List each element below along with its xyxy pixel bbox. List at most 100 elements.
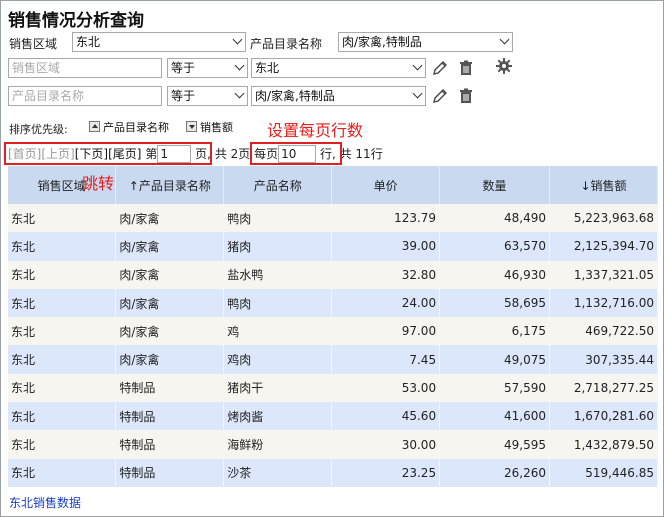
table-cell: 烤肉酱 xyxy=(223,402,333,431)
table-cell: 海鲜粉 xyxy=(223,430,333,459)
chevron-down-icon xyxy=(234,60,245,71)
table-cell: 鸭肉 xyxy=(223,204,333,233)
table-row[interactable]: 东北 特制品 猪肉干 53.00 57,590 2,718,277.25 xyxy=(8,373,659,403)
table-cell: 肉/家禽 xyxy=(115,204,225,233)
region-label: 销售区域 xyxy=(9,37,58,51)
table-cell: 97.00 xyxy=(331,317,441,346)
header-quantity[interactable]: 数量 xyxy=(439,166,550,204)
condition-value-select-1[interactable]: 东北 xyxy=(251,58,426,78)
table-cell: 49,075 xyxy=(439,345,550,374)
footer-link[interactable]: 东北销售数据 xyxy=(9,494,81,511)
table-row[interactable]: 东北 肉/家禽 猪肉 39.00 63,570 2,125,394.70 xyxy=(8,232,659,261)
sales-table: 销售区域 ↑产品目录名称 产品名称 单价 数量 ↓销售额 东北 肉/家禽 鸭肉 123… xyxy=(8,166,659,487)
sort-item-label: 产品目录名称 xyxy=(103,121,169,134)
table-cell: 63,570 xyxy=(439,232,550,261)
table-row[interactable]: 东北 肉/家禽鸡 97.00 6,175 469,722.50 xyxy=(8,317,659,346)
operator-value-2: 等于 xyxy=(171,89,196,103)
header-unit-price[interactable]: 单价 xyxy=(331,166,441,204)
table-row[interactable]: 东北 特制品 海鲜粉 30.00 49,595 1,432,879.50 xyxy=(8,430,659,459)
table-cell: 519,446.85 xyxy=(549,458,659,487)
table-row[interactable]: 东北 肉/家禽 鸡肉 7.45 49,075 307,335.44 xyxy=(8,345,659,374)
category-label: 产品目录名称 xyxy=(250,37,323,51)
table-row[interactable]: 东北 肉/家禽 盐水鸭 32.80 46,930 1,337,321.05 xyxy=(8,260,659,289)
pencil-icon[interactable] xyxy=(431,59,449,77)
region-select-value: 东北 xyxy=(76,35,101,49)
table-cell: 鸭肉 xyxy=(223,288,333,318)
table-cell: 30.00 xyxy=(331,430,441,459)
table-row[interactable]: 东北 特制品 沙茶 23.25 26,260 519,446.85 xyxy=(8,458,659,487)
sort-item-label: 销售额 xyxy=(200,121,233,134)
gear-icon[interactable] xyxy=(495,57,513,75)
condition-field-input-2[interactable]: 产品目录名称 xyxy=(8,86,162,106)
table-cell: 1,670,281.60 xyxy=(549,402,659,431)
table-cell: 东北 xyxy=(8,288,117,318)
table-cell: 鸡肉 xyxy=(223,345,333,374)
chevron-down-icon xyxy=(412,60,423,71)
annotation-jump: 跳转 xyxy=(82,174,115,193)
pencil-icon[interactable] xyxy=(431,87,449,105)
table-cell: 46,930 xyxy=(439,260,550,289)
table-cell: 32.80 xyxy=(331,260,441,289)
table-cell: 1,432,879.50 xyxy=(549,430,659,459)
table-cell: 1,337,321.05 xyxy=(549,260,659,289)
table-cell: 23.25 xyxy=(331,458,441,487)
table-row[interactable]: 东北 肉/家禽 鸭肉 24.00 58,695 1,132,716.00 xyxy=(8,288,659,318)
table-cell: 东北 xyxy=(8,317,117,346)
operator-value-1: 等于 xyxy=(171,61,196,75)
table-cell: 盐水鸭 xyxy=(223,260,333,289)
table-cell: 肉/家禽 xyxy=(115,345,225,374)
chevron-down-icon xyxy=(412,88,423,99)
table-cell: 东北 xyxy=(8,373,117,403)
table-row[interactable]: 东北 特制品 烤肉酱 45.60 41,600 1,670,281.60 xyxy=(8,402,659,431)
sort-priority-label: 排序优先级: xyxy=(9,123,68,136)
table-cell: 26,260 xyxy=(439,458,550,487)
category-select[interactable]: 肉/家禽,特制品 xyxy=(338,32,513,52)
chevron-down-icon xyxy=(234,88,245,99)
table-cell: 45.60 xyxy=(331,402,441,431)
table-cell: 特制品 xyxy=(115,373,225,403)
header-product[interactable]: 产品名称 xyxy=(223,166,333,204)
annotation-box-rows-per-page xyxy=(250,142,342,165)
table-cell: 39.00 xyxy=(331,232,441,261)
table-cell: 469,722.50 xyxy=(549,317,659,346)
table-cell: 东北 xyxy=(8,260,117,289)
table-cell: 2,718,277.25 xyxy=(549,373,659,403)
table-cell: 7.45 xyxy=(331,345,441,374)
chevron-down-icon xyxy=(232,34,243,45)
operator-select-1[interactable]: 等于 xyxy=(167,58,248,78)
table-cell: 49,595 xyxy=(439,430,550,459)
table-cell: 41,600 xyxy=(439,402,550,431)
condition-value-select-2[interactable]: 肉/家禽,特制品 xyxy=(251,86,426,106)
sort-item-sales[interactable]: 销售额 xyxy=(186,120,233,136)
table-cell: 24.00 xyxy=(331,288,441,318)
operator-select-2[interactable]: 等于 xyxy=(167,86,248,106)
table-cell: 东北 xyxy=(8,345,117,374)
table-cell: 58,695 xyxy=(439,288,550,318)
header-sales[interactable]: ↓销售额 xyxy=(549,166,659,204)
table-cell: 48,490 xyxy=(439,204,550,233)
table-cell: 5,223,963.68 xyxy=(549,204,659,233)
table-cell: 东北 xyxy=(8,402,117,431)
table-cell: 2,125,394.70 xyxy=(549,232,659,261)
table-cell: 53.00 xyxy=(331,373,441,403)
table-cell: 东北 xyxy=(8,430,117,459)
table-cell: 猪肉 xyxy=(223,232,333,261)
region-select[interactable]: 东北 xyxy=(72,32,246,52)
condition-value-2: 肉/家禽,特制品 xyxy=(255,89,335,103)
table-row[interactable]: 东北 肉/家禽 鸭肉 123.79 48,490 5,223,963.68 xyxy=(8,204,659,233)
annotation-rows-per-page: 设置每页行数 xyxy=(267,121,364,140)
table-cell: 6,175 xyxy=(439,317,550,346)
condition-field-input-1[interactable]: 销售区域 xyxy=(8,58,162,78)
annotation-box-jump xyxy=(4,142,212,165)
trash-icon[interactable] xyxy=(457,87,475,105)
table-cell: 东北 xyxy=(8,232,117,261)
table-cell: 307,335.44 xyxy=(549,345,659,374)
header-category[interactable]: ↑产品目录名称 xyxy=(115,166,225,204)
table-cell: 肉/家禽 xyxy=(115,288,225,318)
sort-item-category[interactable]: 产品目录名称 xyxy=(89,120,169,136)
table-cell: 东北 xyxy=(8,204,117,233)
table-cell: 特制品 xyxy=(115,458,225,487)
total-pages: 共 2页 xyxy=(214,147,251,161)
sort-descending-icon xyxy=(186,121,197,132)
trash-icon[interactable] xyxy=(457,59,475,77)
